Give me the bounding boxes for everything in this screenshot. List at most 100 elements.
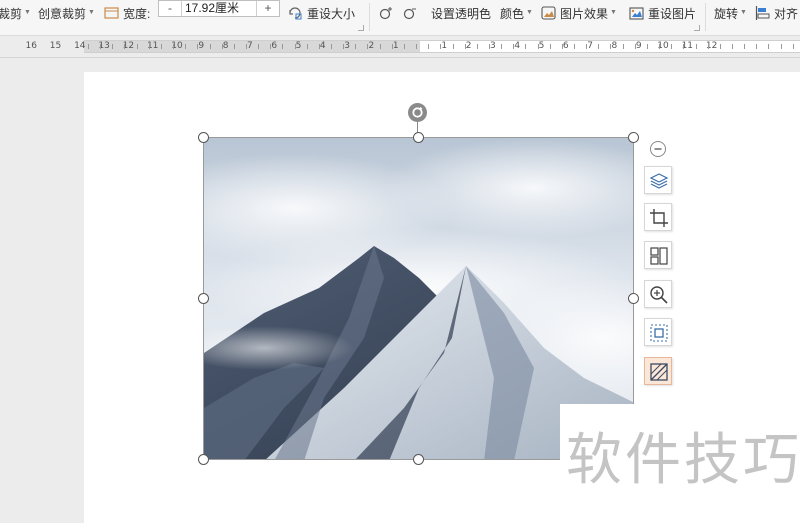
ruler-tick (282, 44, 284, 49)
resize-handle-top-left[interactable] (198, 132, 209, 143)
increase-brightness-button[interactable] (378, 0, 397, 26)
ruler-tick (221, 44, 223, 49)
align-button[interactable]: 对齐 (755, 0, 798, 26)
ruler-tick (476, 44, 478, 49)
picture-style-button[interactable] (644, 357, 672, 385)
ruler-tick (598, 44, 600, 49)
ruler-tick (768, 44, 770, 49)
ruler-number-left-7: 9 (198, 41, 205, 51)
group-launcher-icon[interactable] (358, 25, 364, 31)
width-stepper[interactable]: - 17.92厘米 + (158, 0, 280, 17)
ruler-tick (391, 44, 393, 49)
color-button[interactable]: 颜色 ▼ (500, 0, 533, 26)
ruler-tick (525, 44, 527, 49)
ruler-tick (197, 44, 199, 49)
ruler-tick (549, 44, 551, 49)
ruler-tick (719, 44, 721, 49)
ruler-tick (294, 44, 296, 49)
toolbar-divider (705, 3, 706, 31)
ruler-tick (343, 44, 345, 49)
resize-handle-left[interactable] (198, 293, 209, 304)
creative-crop-button[interactable]: 创意裁剪 ▼ (38, 0, 95, 26)
ruler-tick (258, 44, 260, 49)
zoom-preview-button[interactable] (644, 280, 672, 308)
picture-effects-button[interactable]: 图片效果 ▼ (541, 0, 617, 26)
ruler-number-right-5: 6 (562, 41, 569, 51)
resize-handle-right[interactable] (628, 293, 639, 304)
rotate-handle[interactable] (408, 103, 427, 122)
ruler-number-left-10: 6 (271, 41, 278, 51)
ruler-tick (136, 44, 138, 49)
set-transparent-color-button[interactable]: 设置透明色 (431, 0, 491, 26)
crop-button[interactable]: 裁剪 ▼ (0, 0, 31, 26)
ruler-tick (610, 44, 612, 49)
toolbar-divider (369, 3, 370, 31)
ruler-tick (440, 44, 442, 49)
brightness-decrease-icon (402, 6, 417, 20)
ruler-number-left-11: 5 (295, 41, 302, 51)
chevron-down-icon: ▼ (610, 8, 617, 16)
ruler-number-left-9: 7 (247, 41, 253, 51)
resize-handle-top[interactable] (413, 132, 424, 143)
ruler-tick (780, 44, 782, 49)
ruler-tick (452, 44, 454, 49)
ruler-tick (488, 44, 490, 49)
ruler-track: 16 15 14 13 12 11 10 9 8 7 6 5 4 3 2 1 1 2 3 4 5 6 7 8 9 10 11 12 (25, 40, 800, 53)
chevron-down-icon: ▼ (526, 8, 533, 16)
ruler-tick (379, 44, 381, 49)
ruler-tick (270, 44, 272, 49)
chevron-down-icon: ▼ (88, 8, 95, 16)
width-icon (104, 6, 119, 20)
width-decrease-button[interactable]: - (159, 1, 181, 16)
width-label: 宽度: (123, 6, 151, 21)
chevron-down-icon: ▼ (24, 8, 31, 16)
ruler-number-right-1: 2 (465, 41, 472, 51)
reset-size-button[interactable]: 重设大小 (288, 0, 355, 26)
color-label: 颜色 (500, 6, 525, 21)
rotate-label: 旋转 (714, 6, 739, 21)
ruler-tick (160, 44, 162, 49)
horizontal-ruler[interactable]: 16 15 14 13 12 11 10 9 8 7 6 5 4 3 2 1 1 2 3 4 5 6 7 8 9 10 11 12 (0, 36, 800, 58)
resize-handle-bottom-left[interactable] (198, 454, 209, 465)
extract-icon (650, 324, 668, 342)
ruler-number-left-15: 1 (392, 41, 399, 51)
extract-text-button[interactable] (644, 318, 672, 346)
reset-size-icon (288, 6, 303, 20)
collapse-toolbar-button[interactable] (650, 141, 666, 157)
width-input[interactable]: 17.92厘米 (181, 1, 257, 16)
ruler-tick (707, 44, 709, 49)
ruler-tick (88, 44, 89, 49)
align-icon (755, 6, 770, 20)
ruler-tick (695, 44, 697, 49)
ruler-number-left-8: 8 (222, 41, 229, 51)
width-increase-button[interactable]: + (257, 1, 279, 16)
layout-options-button[interactable] (644, 166, 672, 194)
brightness-increase-icon (378, 6, 393, 20)
ruler-tick (306, 44, 308, 49)
ruler-tick (561, 44, 563, 49)
ruler-number-right-4: 5 (538, 41, 545, 51)
crop-icon (650, 209, 668, 227)
picture-layout-button[interactable] (644, 241, 672, 269)
crop-tool-button[interactable] (644, 203, 672, 231)
set-transparent-label: 设置透明色 (431, 6, 492, 21)
ruler-tick (209, 44, 211, 49)
layout-options-icon (649, 173, 669, 189)
reset-picture-button[interactable]: 重设图片 (629, 0, 696, 26)
ruler-tick (185, 44, 187, 49)
group-launcher-icon[interactable] (694, 25, 700, 31)
ruler-tick (574, 44, 575, 49)
resize-handle-top-right[interactable] (628, 132, 639, 143)
minus-icon (654, 148, 662, 150)
decrease-brightness-button[interactable] (402, 0, 421, 26)
resize-handle-bottom[interactable] (413, 454, 424, 465)
picture-style-icon (650, 363, 668, 381)
ruler-number-left-14: 2 (368, 41, 375, 51)
ruler-tick (622, 44, 624, 49)
ruler-tick (318, 44, 320, 49)
reset-picture-label: 重设图片 (648, 6, 697, 21)
rotate-button[interactable]: 旋转 ▼ (714, 0, 747, 26)
picture-tools-toolbar: 裁剪▼ 创意裁剪▼ 宽度: - 17.92厘米 + 重设大小 设置透明色 颜 (0, 0, 800, 36)
ruler-number-left-0: 16 (25, 41, 37, 51)
rotate-handle-stem (417, 122, 418, 132)
